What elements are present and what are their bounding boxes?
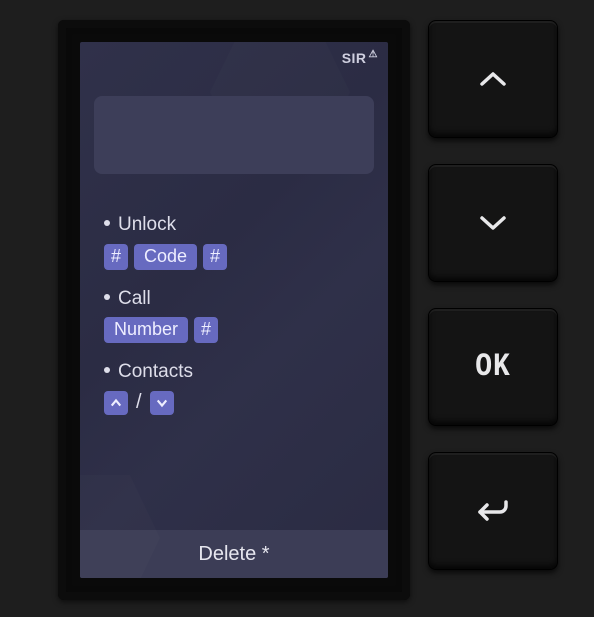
unlock-pattern: # Code # (104, 244, 372, 270)
back-button[interactable] (428, 452, 558, 570)
down-button[interactable] (428, 164, 558, 282)
warning-icon: ⚠ (369, 49, 378, 60)
bullet-icon (104, 367, 110, 373)
code-input-display[interactable] (94, 96, 374, 174)
call-pattern: Number # (104, 317, 372, 343)
chevron-up-icon (104, 391, 128, 415)
help-text: Unlock # Code # Call Number # Contacts (104, 210, 372, 433)
separator: / (136, 391, 142, 414)
call-label: Call (104, 288, 372, 310)
contacts-label: Contacts (104, 361, 372, 383)
hash-chip: # (203, 244, 227, 270)
return-icon (476, 497, 510, 525)
status-label: SIR (342, 50, 367, 66)
hash-chip: # (104, 244, 128, 270)
unlock-label: Unlock (104, 214, 372, 236)
number-chip: Number (104, 317, 188, 343)
chevron-down-icon (150, 391, 174, 415)
up-button[interactable] (428, 20, 558, 138)
contacts-pattern: / (104, 391, 372, 415)
ok-button[interactable]: OK (428, 308, 558, 426)
bullet-icon (104, 220, 110, 226)
hash-chip: # (194, 317, 218, 343)
bullet-icon (104, 294, 110, 300)
touchscreen[interactable]: SIR ⚠ Unlock # Code # Call Number (80, 42, 388, 578)
status-indicator: SIR ⚠ (342, 50, 378, 66)
hardware-buttons: OK (428, 20, 558, 570)
delete-button[interactable]: Delete * (80, 530, 388, 578)
screen-bezel: SIR ⚠ Unlock # Code # Call Number (58, 20, 410, 600)
code-chip: Code (134, 244, 197, 270)
intercom-panel: SIR ⚠ Unlock # Code # Call Number (0, 0, 594, 617)
